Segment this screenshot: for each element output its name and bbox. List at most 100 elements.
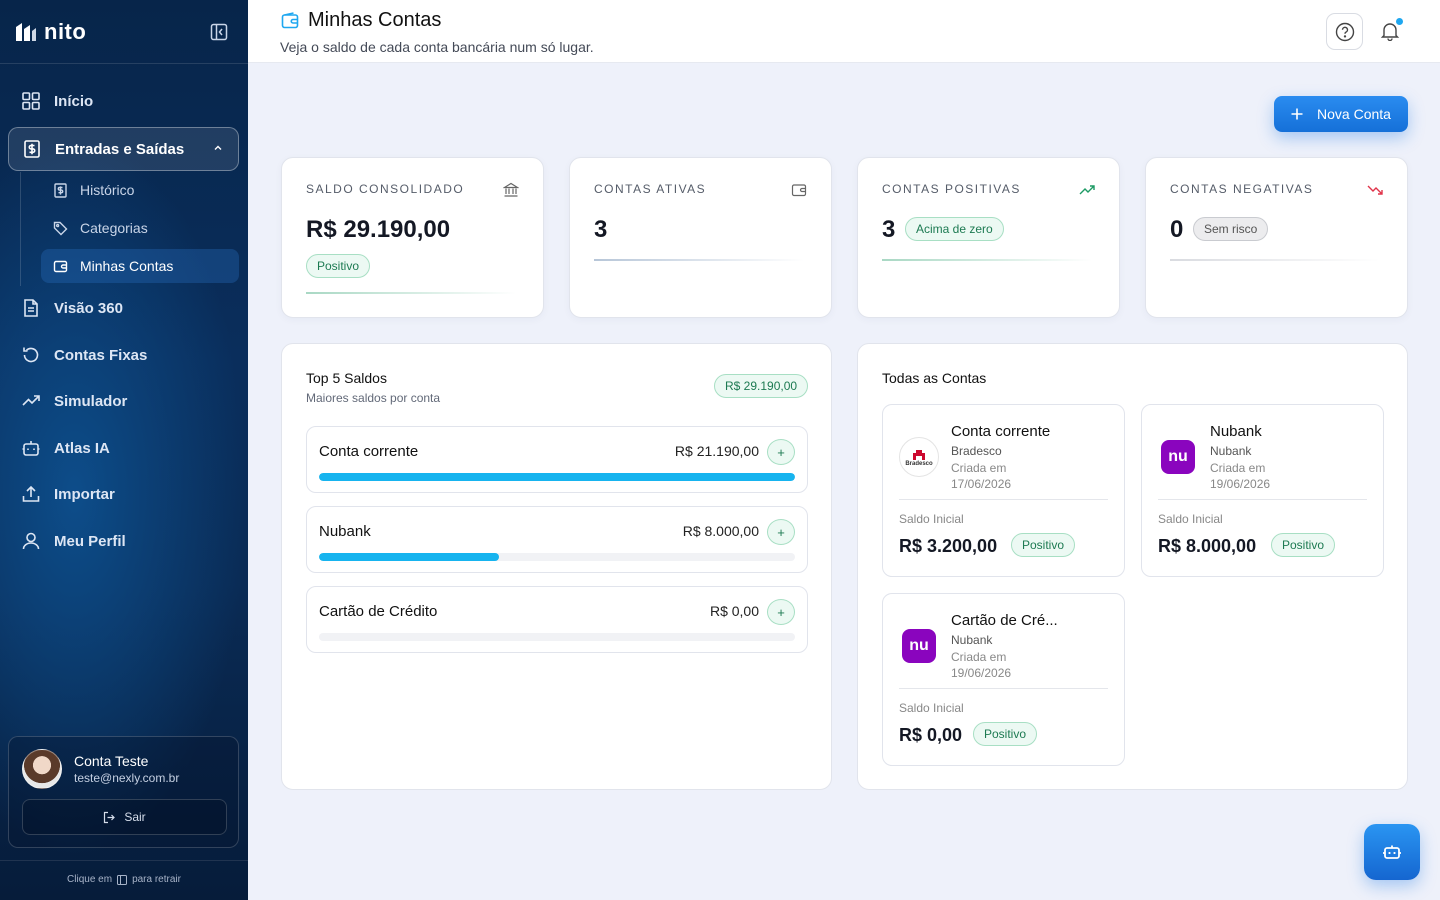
receipt-icon [54,182,67,198]
initial-balance-label: Saldo Inicial [1158,512,1223,526]
help-button[interactable] [1326,13,1363,50]
submenu-line [20,172,21,286]
avatar[interactable] [22,749,62,789]
balance-name: Nubank [319,523,371,540]
add-button[interactable]: + [767,439,795,465]
nav-item-entradas-saidas[interactable]: Entradas e Saídas [8,127,239,171]
divider [1158,499,1367,500]
account-name: Nubank [1210,423,1262,440]
sub-item-categorias[interactable]: Categorias [41,211,239,245]
kpi-contas-ativas: CONTAS ATIVAS 3 [569,157,832,318]
balance-row[interactable]: Conta corrente R$ 21.190,00 + [306,426,808,493]
plus-icon [1291,108,1303,120]
nav-item-simulador[interactable]: Simulador [8,380,239,422]
tag-icon [53,221,68,235]
bradesco-logo-text: Bradesco [905,461,933,467]
kpi-underline [306,292,516,294]
nav-item-inicio[interactable]: Início [8,80,239,122]
new-account-button[interactable]: Nova Conta [1274,96,1408,132]
sub-item-historico[interactable]: Histórico [41,173,239,207]
logout-button[interactable]: Sair [22,799,227,835]
divider [899,499,1108,500]
account-card[interactable]: nu Cartão de Cré... Nubank Criada em 19/0… [882,593,1125,766]
sub-item-minhas-contas[interactable]: Minhas Contas [41,249,239,283]
sub-label: Categorias [80,220,148,236]
bot-icon [1383,845,1401,859]
status-badge: Positivo [306,254,371,278]
total-badge: R$ 29.190,00 [714,374,809,398]
sidebar-divider [0,63,248,64]
balance-amount: R$ 8.000,00 [682,523,759,539]
page-header: Minhas Contas Veja o saldo de cada conta… [248,0,1440,63]
balance-name: Conta corrente [319,443,419,460]
sub-label: Minhas Contas [80,258,174,274]
created-date: 19/06/2026 [951,666,1012,680]
status-badge: Positivo [973,722,1038,746]
account-bank: Bradesco [951,444,1002,458]
nav-label: Início [54,92,94,110]
created-label: Criada em [951,461,1007,475]
add-button[interactable]: + [767,599,795,625]
kpi-underline [594,259,804,261]
created-date: 19/06/2026 [1210,477,1271,491]
wallet-icon [281,12,299,29]
nubank-logo-icon: nu [902,629,936,663]
upload-icon [22,485,40,502]
kpi-contas-negativas: CONTAS NEGATIVAS 0 Sem risco [1145,157,1408,318]
nav-item-importar[interactable]: Importar [8,473,239,515]
balance-bar-track [319,473,795,481]
nav-item-meu-perfil[interactable]: Meu Perfil [8,520,239,562]
sidebar-footer-divider [0,860,248,861]
trend-down-icon [1367,185,1383,195]
account-card[interactable]: nu Nubank Nubank Criada em 19/06/2026 Sal… [1141,404,1384,577]
initial-balance-value: R$ 0,00 [899,725,963,745]
nav-item-atlas-ia[interactable]: Atlas IA [8,427,239,469]
sidebar-panel-icon [117,874,128,885]
account-created: Criada em 19/06/2026 [1210,460,1270,492]
initial-balance-value: R$ 8.000,00 [1158,536,1257,556]
user-email: teste@nexly.com.br [74,771,180,785]
notification-dot [1396,18,1403,25]
status-badge: Sem risco [1193,217,1269,241]
panel-subtitle: Maiores saldos por conta [306,391,441,405]
account-name: Conta corrente [951,423,1051,440]
balance-bar-track [319,553,795,561]
balance-row[interactable]: Cartão de Crédito R$ 0,00 + [306,586,808,653]
user-icon [22,532,40,550]
footer-text-before: Clique em [67,874,113,885]
balance-row[interactable]: Nubank R$ 8.000,00 + [306,506,808,573]
trend-icon [22,395,40,406]
logout-icon [104,811,116,823]
status-badge: Positivo [1011,533,1076,557]
wallet-icon [53,260,68,272]
logo[interactable]: nito [14,19,86,45]
bradesco-logo-icon: Bradesco [899,437,939,477]
help-icon [1335,22,1354,41]
nubank-logo-icon: nu [1161,440,1195,474]
collapse-sidebar-icon[interactable] [210,23,228,41]
add-button[interactable]: + [767,519,795,545]
initial-balance-value: R$ 3.200,00 [899,536,998,556]
status-badge: Acima de zero [905,217,1004,241]
panel-title: Todas as Contas [882,370,987,386]
history-icon [23,347,39,363]
kpi-value: R$ 29.190,00 [306,216,451,243]
account-bank: Nubank [951,633,993,647]
nav-label: Simulador [54,392,128,410]
sub-label: Histórico [80,182,135,198]
nito-logo-icon [16,23,36,41]
bot-icon [22,441,40,456]
assistant-button[interactable] [1364,824,1420,880]
nav-item-contas-fixas[interactable]: Contas Fixas [8,334,239,376]
kpi-saldo-consolidado: SALDO CONSOLIDADO R$ 29.190,00 Positivo [281,157,544,318]
trend-up-icon [1079,185,1095,195]
created-label: Criada em [951,650,1007,664]
kpi-underline [882,259,1092,261]
account-created: Criada em 17/06/2026 [951,460,1011,492]
account-card[interactable]: Bradesco Conta corrente Bradesco Criada … [882,404,1125,577]
sidebar: nito Início Entradas e Saídas Histórico … [0,0,248,900]
nav-item-visao-360[interactable]: Visão 360 [8,287,239,329]
balance-amount: R$ 21.190,00 [674,443,759,459]
kpi-contas-positivas: CONTAS POSITIVAS 3 Acima de zero [857,157,1120,318]
kpi-label: CONTAS POSITIVAS [882,182,1021,196]
